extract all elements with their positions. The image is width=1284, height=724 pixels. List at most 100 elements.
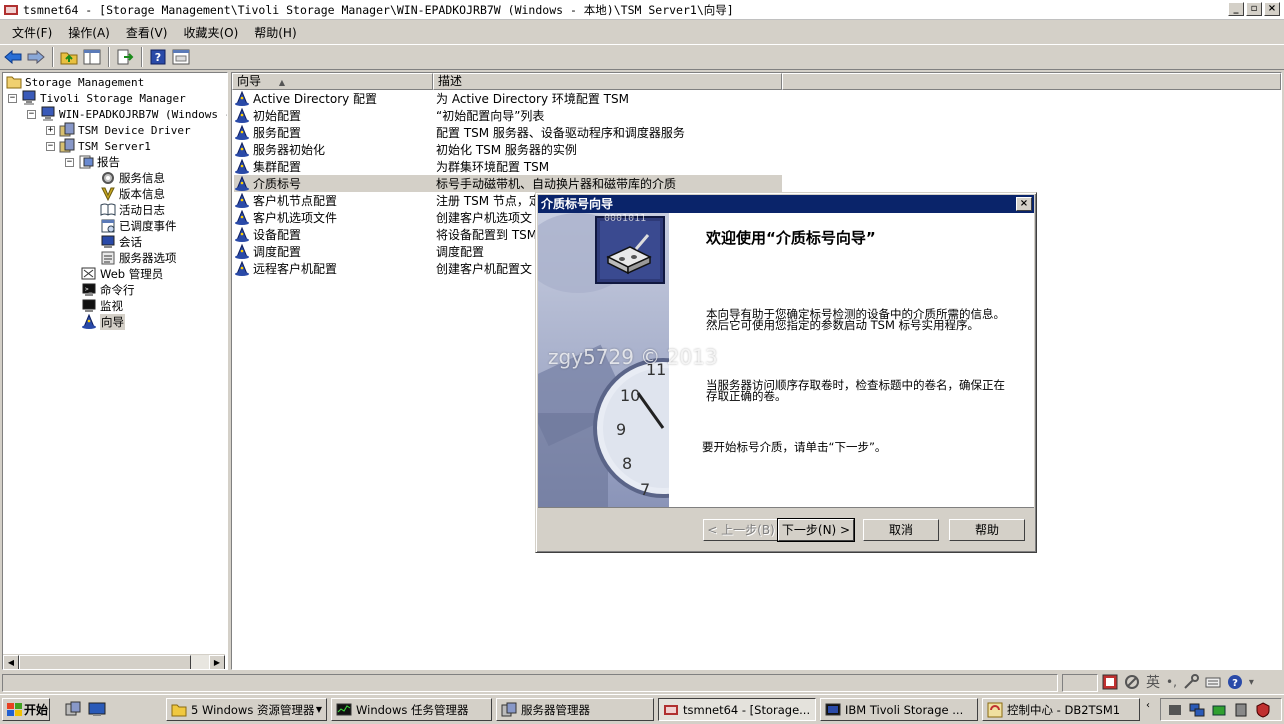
back-arrow-icon [4, 50, 22, 64]
menu-view[interactable]: 查看(V) [118, 24, 176, 41]
tree-item-service-info[interactable]: 服务信息 [100, 170, 165, 186]
ime-language-indicator[interactable]: 英 [1146, 672, 1160, 692]
mmc-app-icon [664, 704, 678, 715]
wizard-hat-icon [234, 243, 253, 260]
ime-help-icon[interactable]: ? [1227, 674, 1243, 690]
column-header-wizard[interactable]: 向导 ▲ [232, 73, 433, 90]
start-button[interactable]: 开始 [2, 698, 50, 721]
show-desktop-icon[interactable] [88, 701, 106, 717]
options-icon [100, 250, 116, 266]
menu-help[interactable]: 帮助(H) [246, 24, 304, 41]
tray-network-icon[interactable] [1189, 702, 1205, 718]
back-button[interactable] [2, 46, 24, 68]
tree-item-sessions[interactable]: 会话 [100, 234, 142, 250]
svg-text:8: 8 [622, 454, 632, 473]
close-button[interactable]: × [1264, 2, 1280, 16]
tray-security-icon[interactable] [1255, 701, 1271, 718]
cancel-button[interactable]: 取消 [863, 519, 939, 541]
show-hide-tree-button[interactable] [81, 46, 103, 68]
tree-item-tsm-server1[interactable]: − TSM Server1 [46, 138, 151, 154]
taskbar-explorer[interactable]: 5 Windows 资源管理器 ▼ [166, 698, 327, 721]
tree-item-storage-management[interactable]: Storage Management [6, 74, 144, 90]
title-bar: tsmnet64 - [Storage Management\Tivoli St… [0, 0, 1284, 20]
list-item[interactable]: 介质标号 标号手动磁带机、自动换片器和磁带库的介质 [234, 175, 782, 192]
export-list-button[interactable] [114, 46, 136, 68]
list-item-description: 调度配置 [436, 245, 485, 259]
list-item-description: 将设备配置到 TSM [436, 228, 538, 242]
ime-menu-icon[interactable]: ▾ [1249, 677, 1254, 688]
tray-db2-icon[interactable] [1211, 702, 1227, 718]
tree-item-web-admin[interactable]: Web 管理员 [81, 266, 163, 282]
tree-item-server-options[interactable]: 服务器选项 [100, 250, 177, 266]
menu-file[interactable]: 文件(F) [4, 24, 60, 41]
scroll-right-button[interactable]: ▶ [209, 655, 225, 669]
back-button-disabled[interactable]: < 上一步(B) [703, 519, 779, 541]
monitor-icon [81, 298, 97, 314]
tree-horizontal-scrollbar[interactable]: ◀ ▶ [3, 654, 225, 669]
list-item[interactable]: 初始配置 “初始配置向导”列表 [234, 107, 782, 124]
tree-item-monitor[interactable]: 监视 [81, 298, 123, 314]
list-item-description: 初始化 TSM 服务器的实例 [436, 143, 577, 157]
forward-button[interactable] [25, 46, 47, 68]
dialog-close-button[interactable]: × [1016, 197, 1032, 211]
window-title: tsmnet64 - [Storage Management\Tivoli St… [23, 2, 734, 17]
tree-item-machine[interactable]: − WIN-EPADKOJRB7W (Windows - [27, 106, 227, 122]
server-manager-quick-icon[interactable] [64, 701, 82, 717]
collapse-toggle[interactable]: − [65, 157, 74, 167]
tray-server-icon[interactable] [1233, 702, 1249, 718]
scroll-left-button[interactable]: ◀ [3, 655, 19, 669]
tray-expand-icon[interactable]: ‹ [1146, 700, 1150, 711]
list-item-label: Active Directory 配置 [253, 92, 378, 106]
list-item[interactable]: 集群配置 为群集环境配置 TSM [234, 158, 782, 175]
tree-item-tivoli-storage-manager[interactable]: − Tivoli Storage Manager [8, 90, 186, 106]
next-button[interactable]: 下一步(N) > [777, 518, 855, 542]
collapse-toggle[interactable]: − [8, 93, 17, 103]
list-item-label: 服务器初始化 [253, 143, 326, 157]
quick-launch [64, 701, 106, 717]
taskbar-task-manager[interactable]: Windows 任务管理器 [331, 698, 492, 721]
list-item[interactable]: 服务配置 配置 TSM 服务器、设备驱动程序和调度器服务 [234, 124, 782, 141]
menu-favorites[interactable]: 收藏夹(O) [175, 24, 246, 41]
tree-item-activity-log[interactable]: 活动日志 [100, 202, 165, 218]
tree-item-command-line[interactable]: >_ 命令行 [81, 282, 135, 298]
taskbar-tsmnet64[interactable]: tsmnet64 - [Storage... [658, 698, 816, 721]
ime-grid-icon[interactable] [1102, 674, 1118, 690]
up-one-level-button[interactable] [58, 46, 80, 68]
list-item-name: 介质标号 [234, 175, 436, 192]
tree-item-device-driver[interactable]: + TSM Device Driver [46, 122, 191, 138]
help-dialog-button[interactable]: 帮助 [949, 519, 1025, 541]
collapse-toggle[interactable]: − [27, 109, 36, 119]
list-item[interactable]: Active Directory 配置 为 Active Directory 环境… [234, 90, 782, 107]
session-monitor-icon [100, 234, 116, 250]
restore-button[interactable]: ▫ [1246, 2, 1262, 16]
binary-overlay-text: 0001011 [604, 213, 647, 224]
list-item[interactable]: 服务器初始化 初始化 TSM 服务器的实例 [234, 141, 782, 158]
svg-text:9: 9 [616, 420, 626, 439]
task-manager-icon [336, 703, 352, 715]
list-item-name: 远程客户机配置 [234, 260, 436, 277]
properties-button[interactable] [170, 46, 192, 68]
ime-punctuation-icon[interactable]: •, [1166, 675, 1177, 689]
wizard-hat-icon [234, 124, 253, 141]
toolbar-separator [52, 47, 54, 67]
ime-keyboard-icon[interactable] [1205, 674, 1221, 690]
tree-item-scheduled-events[interactable]: 已调度事件 [100, 218, 177, 234]
taskbar-control-center[interactable]: 控制中心 - DB2TSM1 [982, 698, 1140, 721]
wizard-hat-icon [234, 107, 253, 124]
expand-toggle[interactable]: + [46, 125, 55, 135]
taskbar-server-manager[interactable]: 服务器管理器 [496, 698, 654, 721]
list-item-name: 服务配置 [234, 124, 436, 141]
tray-app-icon[interactable] [1167, 702, 1183, 718]
tree-item-version-info[interactable]: 版本信息 [100, 186, 165, 202]
taskbar-ibm-tivoli[interactable]: IBM Tivoli Storage ... [820, 698, 978, 721]
scrollbar-thumb[interactable] [19, 655, 191, 669]
menu-action[interactable]: 操作(A) [60, 24, 118, 41]
tree-item-reports[interactable]: − 报告 [65, 154, 120, 170]
help-button[interactable]: ? [147, 46, 169, 68]
tree-item-wizards[interactable]: 向导 [81, 314, 125, 330]
collapse-toggle[interactable]: − [46, 141, 55, 151]
minimize-button[interactable]: _ [1228, 2, 1244, 16]
ime-tools-icon[interactable] [1183, 674, 1199, 690]
ime-disable-icon[interactable] [1124, 674, 1140, 690]
column-header-description[interactable]: 描述 [433, 73, 782, 90]
